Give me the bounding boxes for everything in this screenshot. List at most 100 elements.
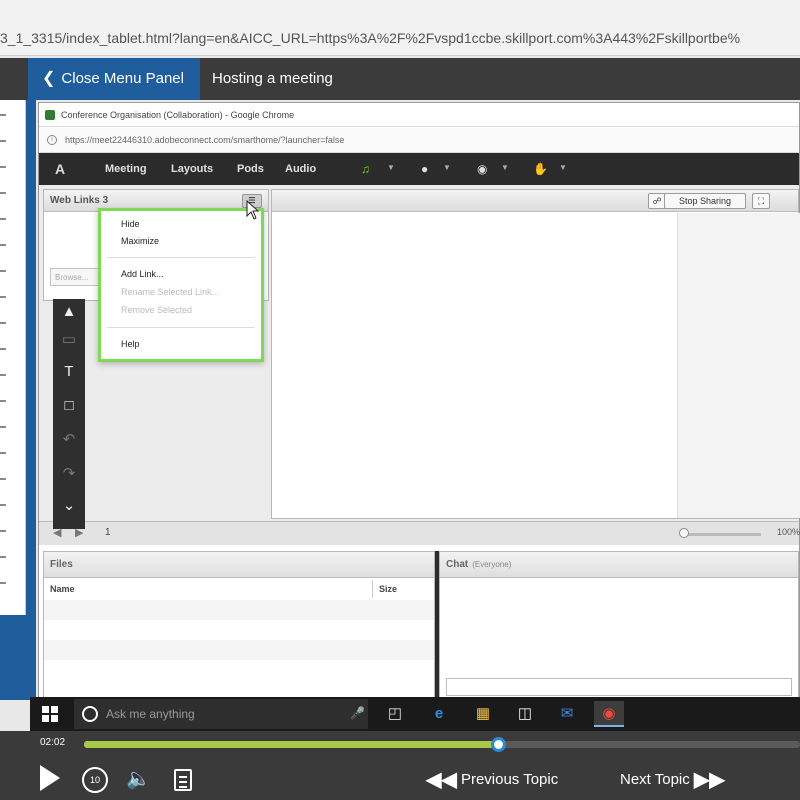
share-canvas[interactable]	[272, 213, 678, 518]
zoom-slider-track[interactable]	[681, 533, 761, 536]
play-icon[interactable]	[40, 765, 60, 791]
outlook-icon[interactable]: ✉	[552, 701, 582, 727]
task-view-icon[interactable]: ◰	[380, 701, 410, 727]
mouse-cursor-icon	[246, 200, 260, 220]
undo-icon[interactable]: ↶	[53, 427, 85, 453]
chat-input[interactable]	[446, 678, 792, 696]
rewind-icon: ◀◀	[426, 769, 457, 792]
progress-knob[interactable]	[491, 737, 507, 752]
start-icon-square	[42, 706, 49, 713]
doc-line	[179, 786, 187, 788]
chevron-down-icon[interactable]: ▼	[443, 163, 451, 172]
delete-tool-icon[interactable]: ▭	[53, 327, 85, 353]
page-number: 1	[105, 527, 111, 538]
outer-address-bar[interactable]: 3_1_3315/index_tablet.html?lang=en&AICC_…	[0, 0, 800, 56]
speaker-icon[interactable]: ♫	[361, 161, 370, 177]
file-explorer-icon[interactable]: ▦	[468, 701, 498, 727]
chrome-icon[interactable]: ◉	[594, 701, 624, 727]
chat-header: Chat (Everyone)	[440, 552, 798, 578]
chevron-down-icon[interactable]: ▼	[501, 163, 509, 172]
menu-tick	[0, 556, 6, 558]
menu-tick	[0, 504, 6, 506]
menu-tick	[0, 400, 6, 402]
left-menu-panel[interactable]	[0, 100, 26, 615]
taskbar-search-box[interactable]: Ask me anything 🎤	[74, 699, 368, 729]
webcam-icon[interactable]: ◉	[477, 161, 487, 177]
volume-icon[interactable]: 🔈	[126, 767, 151, 791]
doc-line	[179, 781, 187, 783]
progress-track[interactable]	[84, 737, 800, 752]
info-icon: i	[47, 135, 57, 145]
menu-tick	[0, 452, 6, 454]
microphone-icon[interactable]: ●	[421, 161, 428, 177]
replay-10-icon[interactable]: 10	[82, 767, 108, 793]
store-icon[interactable]: ◫	[510, 701, 540, 727]
web-links-title: Web Links 3	[50, 195, 109, 206]
raise-hand-icon[interactable]: ✋	[533, 161, 548, 177]
inner-window-title: Conference Organisation (Collaboration) …	[61, 110, 295, 120]
chevron-down-icon[interactable]: ⌄	[53, 493, 85, 519]
menu-layouts[interactable]: Layouts	[171, 153, 213, 185]
menu-item-maximize[interactable]: Maximize	[121, 236, 159, 246]
menu-tick	[0, 114, 6, 116]
windows-start-icon[interactable]	[42, 706, 58, 722]
screen: 3_1_3315/index_tablet.html?lang=en&AICC_…	[0, 0, 800, 800]
table-row[interactable]	[44, 600, 434, 620]
menu-item-rename-link: Rename Selected Link...	[121, 287, 220, 297]
menu-tick	[0, 582, 6, 584]
files-column-size[interactable]: Size	[372, 580, 397, 598]
table-row[interactable]	[44, 620, 434, 640]
table-row[interactable]	[44, 640, 434, 660]
menu-divider	[107, 327, 255, 328]
fullscreen-icon[interactable]: ⛶	[752, 193, 770, 209]
files-column-name[interactable]: Name	[50, 580, 75, 598]
adobe-connect-toolbar: A Meeting Layouts Pods Audio ♫ ▼ ● ▼ ◉ ▼…	[39, 153, 799, 185]
menu-tick	[0, 192, 6, 194]
menu-item-add-link[interactable]: Add Link...	[121, 269, 164, 279]
transcript-icon[interactable]	[174, 769, 192, 791]
menu-item-hide[interactable]: Hide	[121, 219, 140, 229]
edge-browser-icon[interactable]: e	[424, 701, 454, 727]
menu-pods[interactable]: Pods	[237, 153, 264, 185]
drawing-toolbar: ▲ ▭ T □ ↶ ↷ ⌄	[53, 299, 85, 529]
browse-button[interactable]: Browse...	[50, 268, 102, 286]
start-icon-square	[51, 706, 58, 713]
menu-tick	[0, 374, 6, 376]
inner-address-bar[interactable]: i https://meet22446310.adobeconnect.com/…	[39, 127, 799, 153]
next-topic-button[interactable]: Next Topic ▶▶	[620, 767, 725, 793]
chevron-down-icon[interactable]: ▼	[559, 163, 567, 172]
previous-topic-button[interactable]: ◀◀ Previous Topic	[426, 767, 558, 793]
pointer-tool-icon[interactable]: ▲	[53, 299, 85, 325]
files-pod: Files Name Size	[43, 551, 435, 699]
windows-taskbar: Ask me anything 🎤 ◰ e ▦ ◫ ✉ ◉	[30, 697, 800, 731]
taskbar-search-placeholder: Ask me anything	[106, 707, 195, 721]
share-pod-header: ☍ Stop Sharing ⛶	[272, 190, 798, 212]
adobe-logo-icon: A	[54, 161, 66, 177]
close-menu-panel-label: Close Menu Panel	[61, 70, 184, 87]
menu-audio[interactable]: Audio	[285, 153, 316, 185]
menu-meeting[interactable]: Meeting	[105, 153, 147, 185]
text-tool-icon[interactable]: T	[53, 359, 85, 385]
menu-tick	[0, 270, 6, 272]
zoom-slider-knob[interactable]	[679, 528, 689, 538]
stop-sharing-button[interactable]: Stop Sharing	[664, 193, 746, 209]
close-menu-panel-button[interactable]: ❮ Close Menu Panel	[28, 58, 200, 100]
menu-tick	[0, 478, 6, 480]
shape-tool-icon[interactable]: □	[53, 393, 85, 419]
menu-item-remove-selected: Remove Selected	[121, 305, 193, 315]
cortana-icon	[82, 706, 98, 722]
chat-title: Chat	[446, 559, 469, 570]
fast-forward-icon: ▶▶	[693, 769, 725, 792]
redo-icon[interactable]: ↷	[53, 461, 85, 487]
share-side-area	[678, 213, 800, 518]
inner-url-text: https://meet22446310.adobeconnect.com/sm…	[65, 135, 345, 145]
menu-tick	[0, 322, 6, 324]
course-title: Hosting a meeting	[212, 70, 333, 87]
menu-item-help[interactable]: Help	[121, 339, 140, 349]
table-row[interactable]	[44, 660, 434, 680]
files-header: Files	[44, 552, 434, 578]
chevron-down-icon[interactable]: ▼	[387, 163, 395, 172]
microphone-icon[interactable]: 🎤	[350, 706, 365, 720]
chat-audience: (Everyone)	[472, 560, 512, 569]
menu-tick	[0, 140, 6, 142]
